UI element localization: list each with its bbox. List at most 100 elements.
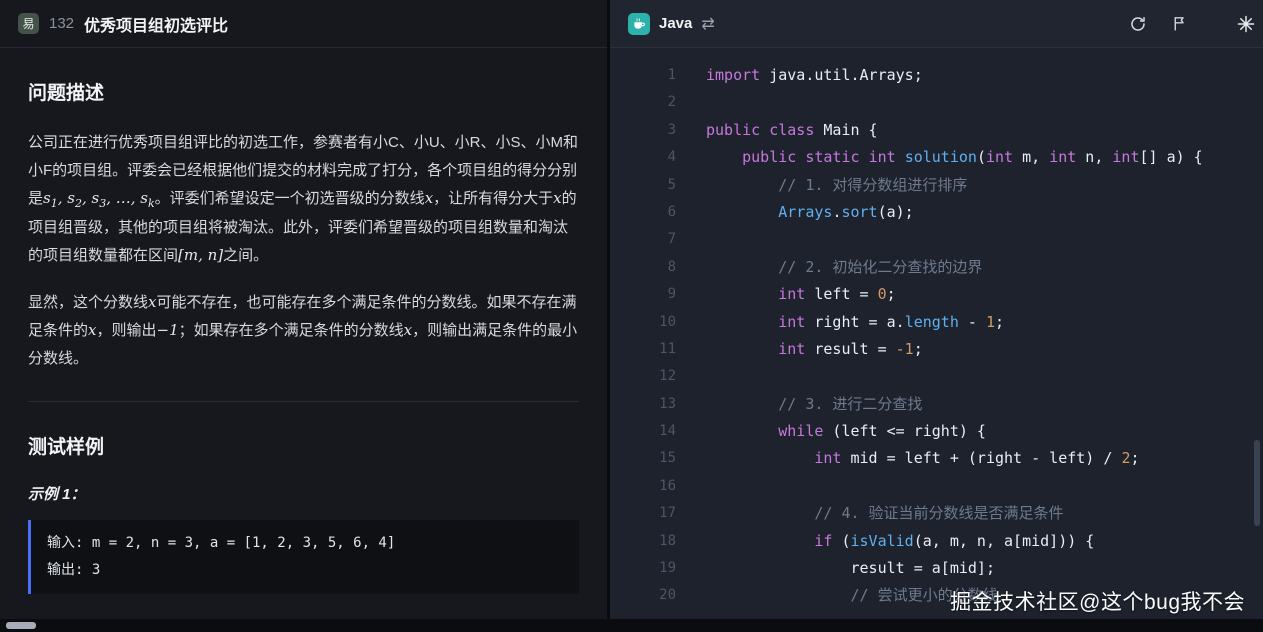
line-number: 2 bbox=[610, 89, 676, 116]
horizontal-scrollbar-thumb[interactable] bbox=[6, 622, 36, 629]
math-expression: sk bbox=[140, 189, 154, 207]
line-number: 10 bbox=[610, 309, 676, 336]
math-expression: −1 bbox=[157, 321, 179, 339]
example-code-line: 输入: m = 2, n = 3, a = [1, 2, 3, 5, 6, 4] bbox=[47, 530, 563, 557]
code-line[interactable]: 7 bbox=[610, 226, 1263, 253]
math-expression: , bbox=[82, 189, 92, 207]
line-number: 5 bbox=[610, 172, 676, 199]
code-line-content: int mid = left + (right - left) / 2; bbox=[706, 445, 1140, 472]
line-number: 9 bbox=[610, 281, 676, 308]
clipped-asterisk-icon[interactable] bbox=[1233, 11, 1259, 37]
line-number: 6 bbox=[610, 199, 676, 226]
code-line[interactable]: 10 int right = a.length - 1; bbox=[610, 309, 1263, 336]
code-line[interactable]: 15 int mid = left + (right - left) / 2; bbox=[610, 445, 1263, 472]
line-number: 20 bbox=[610, 582, 676, 609]
problem-paragraphs: 公司正在进行优秀项目组评比的初选工作，参赛者有小C、小U、小R、小S、小M和小F… bbox=[28, 129, 579, 373]
line-number: 15 bbox=[610, 445, 676, 472]
coding-problem-page: 易 132 优秀项目组初选评比 问题描述 公司正在进行优秀项目组评比的初选工作，… bbox=[0, 0, 1263, 632]
code-line[interactable]: 13 // 3. 进行二分查找 bbox=[610, 391, 1263, 418]
math-expression: s3 bbox=[92, 189, 107, 207]
problem-id: 132 bbox=[49, 15, 74, 32]
line-number: 17 bbox=[610, 500, 676, 527]
watermark: 掘金技术社区@这个bug我不会 bbox=[950, 586, 1245, 616]
line-number: 14 bbox=[610, 418, 676, 445]
problem-body[interactable]: 问题描述 公司正在进行优秀项目组评比的初选工作，参赛者有小C、小U、小R、小S、… bbox=[0, 48, 607, 632]
math-expression: x bbox=[553, 189, 561, 207]
examples: 示例 1： 输入: m = 2, n = 3, a = [1, 2, 3, 5, … bbox=[28, 483, 579, 632]
line-number: 8 bbox=[610, 254, 676, 281]
code-line[interactable]: 16 bbox=[610, 473, 1263, 500]
code-line-content: public static int solution(int m, int n,… bbox=[706, 144, 1203, 171]
problem-paragraph: 显然，这个分数线x可能不存在，也可能存在多个满足条件的分数线。如果不存在满足条件… bbox=[28, 289, 579, 372]
problem-paragraph: 公司正在进行优秀项目组评比的初选工作，参赛者有小C、小U、小R、小S、小M和小F… bbox=[28, 129, 579, 269]
code-line[interactable]: 12 bbox=[610, 363, 1263, 390]
code-line-content: int result = -1; bbox=[706, 336, 923, 363]
code-line[interactable]: 5 // 1. 对得分数组进行排序 bbox=[610, 172, 1263, 199]
code-line-content: result = a[mid]; bbox=[706, 555, 995, 582]
examples-heading: 测试样例 bbox=[28, 432, 579, 459]
language-selector[interactable]: Java bbox=[659, 15, 692, 32]
editor-toolbar: Java ⇄ bbox=[610, 0, 1263, 48]
code-line-content: // 3. 进行二分查找 bbox=[706, 391, 922, 418]
java-icon[interactable] bbox=[628, 13, 650, 35]
line-number: 3 bbox=[610, 117, 676, 144]
code-line[interactable]: 11 int result = -1; bbox=[610, 336, 1263, 363]
code-line[interactable]: 3 public class Main { bbox=[610, 117, 1263, 144]
line-number: 13 bbox=[610, 391, 676, 418]
code-line-content: // 1. 对得分数组进行排序 bbox=[706, 172, 967, 199]
code-editor[interactable]: 1 import java.util.Arrays; 23 public class … bbox=[610, 48, 1263, 632]
math-expression: x bbox=[425, 189, 433, 207]
code-line[interactable]: 2 bbox=[610, 89, 1263, 116]
refresh-icon[interactable] bbox=[1125, 11, 1151, 37]
line-number: 18 bbox=[610, 528, 676, 555]
code-line-content: public class Main { bbox=[706, 117, 878, 144]
example-label: 示例 1： bbox=[28, 483, 579, 504]
math-expression: x bbox=[148, 293, 156, 311]
line-number: 4 bbox=[610, 144, 676, 171]
math-expression: [m, n] bbox=[178, 246, 223, 264]
editor-panel: Java ⇄ 1import java bbox=[610, 0, 1263, 632]
code-line[interactable]: 19 result = a[mid]; bbox=[610, 555, 1263, 582]
code-line-content: // 4. 验证当前分数线是否满足条件 bbox=[706, 500, 1064, 527]
line-number: 7 bbox=[610, 226, 676, 253]
problem-header: 易 132 优秀项目组初选评比 bbox=[0, 0, 607, 48]
code-line-content: if (isValid(a, m, n, a[mid])) { bbox=[706, 528, 1094, 555]
description-heading: 问题描述 bbox=[28, 78, 579, 105]
section-divider bbox=[28, 401, 579, 402]
math-expression: x bbox=[404, 321, 412, 339]
code-lines: 1 import java.util.Arrays; 23 public class … bbox=[610, 62, 1263, 610]
code-line-content: Arrays.sort(a); bbox=[706, 199, 914, 226]
code-line[interactable]: 1 import java.util.Arrays; bbox=[610, 62, 1263, 89]
line-number: 11 bbox=[610, 336, 676, 363]
code-line[interactable]: 17 // 4. 验证当前分数线是否满足条件 bbox=[610, 500, 1263, 527]
math-expression: s2 bbox=[67, 189, 82, 207]
math-expression: s1 bbox=[43, 189, 58, 207]
code-line-content: // 2. 初始化二分查找的边界 bbox=[706, 254, 982, 281]
bottom-bar bbox=[0, 619, 1263, 632]
code-line-content: int right = a.length - 1; bbox=[706, 309, 1004, 336]
code-line-content: int left = 0; bbox=[706, 281, 896, 308]
code-line[interactable]: 14 while (left <= right) { bbox=[610, 418, 1263, 445]
line-number: 16 bbox=[610, 473, 676, 500]
editor-vertical-scrollbar[interactable] bbox=[1254, 440, 1260, 526]
example-code-block: 输入: m = 2, n = 3, a = [1, 2, 3, 5, 6, 4]… bbox=[28, 520, 579, 594]
code-line-content: while (left <= right) { bbox=[706, 418, 986, 445]
difficulty-badge: 易 bbox=[18, 13, 39, 34]
line-number: 19 bbox=[610, 555, 676, 582]
code-line[interactable]: 9 int left = 0; bbox=[610, 281, 1263, 308]
math-expression: , …, bbox=[106, 189, 140, 207]
code-line[interactable]: 6 Arrays.sort(a); bbox=[610, 199, 1263, 226]
code-line-content: import java.util.Arrays; bbox=[706, 62, 923, 89]
code-line[interactable]: 8 // 2. 初始化二分查找的边界 bbox=[610, 254, 1263, 281]
flag-icon[interactable] bbox=[1166, 11, 1192, 37]
line-number: 12 bbox=[610, 363, 676, 390]
problem-title: 优秀项目组初选评比 bbox=[84, 12, 228, 36]
code-line[interactable]: 4 public static int solution(int m, int … bbox=[610, 144, 1263, 171]
math-expression: , bbox=[58, 189, 68, 207]
problem-panel: 易 132 优秀项目组初选评比 问题描述 公司正在进行优秀项目组评比的初选工作，… bbox=[0, 0, 607, 632]
line-number: 1 bbox=[610, 62, 676, 89]
example-code-line: 输出: 3 bbox=[47, 557, 563, 584]
switch-language-icon[interactable]: ⇄ bbox=[701, 14, 714, 34]
code-line[interactable]: 18 if (isValid(a, m, n, a[mid])) { bbox=[610, 528, 1263, 555]
math-expression: x bbox=[88, 321, 96, 339]
